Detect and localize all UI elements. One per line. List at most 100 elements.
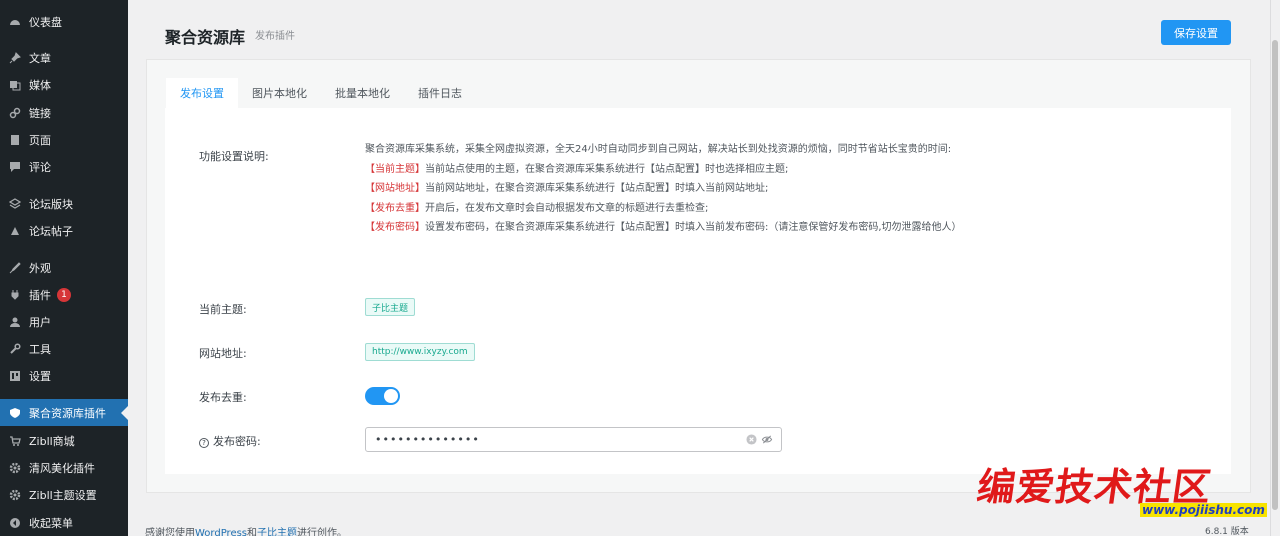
pin-icon [8, 51, 22, 65]
password-label: 发布密码: [213, 435, 261, 448]
forum-icon [8, 197, 22, 211]
dedupe-toggle[interactable] [365, 387, 400, 405]
wrench-icon [8, 342, 22, 356]
tab-publish-settings[interactable]: 发布设置 [166, 78, 238, 108]
sidebar-item-label: 插件 [29, 288, 51, 302]
sidebar-item-zibll-settings[interactable]: Zibll主题设置 [0, 481, 128, 508]
sidebar-item-dashboard[interactable]: 仪表盘 [0, 8, 128, 35]
settings-icon [8, 369, 22, 383]
zibll-theme-link[interactable]: 子比主题 [257, 528, 297, 536]
admin-footer: 感谢您使用WordPress和子比主题进行创作。 [145, 524, 347, 536]
sidebar-item-qingfeng[interactable]: 清风美化插件 [0, 454, 128, 481]
toggle-knob [384, 389, 398, 403]
tab-batch-localize[interactable]: 批量本地化 [321, 78, 404, 108]
comment-icon [8, 160, 22, 174]
publish-password-input[interactable]: •••••••••••••• [365, 427, 782, 452]
settings-tabs: 发布设置 图片本地化 批量本地化 插件日志 [166, 78, 476, 108]
password-label-row: ? 发布密码: [199, 433, 261, 449]
forum-post-icon [8, 224, 22, 238]
description-text: 开启后，在发布文章时会自动根据发布文章的标题进行去重检查; [425, 202, 709, 214]
sidebar-item-label: 工具 [29, 342, 51, 356]
description-line: 【发布密码】设置发布密码，在聚合资源库采集系统进行【站点配置】时填入当前发布密码… [365, 218, 995, 238]
footer-and: 和 [247, 528, 258, 536]
description-tag: 【发布密码】 [365, 222, 425, 233]
clear-icon[interactable] [746, 434, 757, 445]
footer-suffix: 进行创作。 [297, 528, 348, 536]
sidebar-item-label: 论坛版块 [29, 197, 73, 211]
feature-description: 聚合资源库采集系统，采集全网虚拟资源，全天24小时自动同步到自己网站，解决站长到… [365, 140, 995, 238]
eye-off-icon[interactable] [761, 434, 773, 445]
description-line: 【当前主题】当前站点使用的主题，在聚合资源库采集系统进行【站点配置】时也选择相应… [365, 160, 995, 180]
sidebar-item-tools[interactable]: 工具 [0, 335, 128, 362]
plugin-icon [8, 288, 22, 302]
user-icon [8, 315, 22, 329]
media-icon [8, 78, 22, 92]
sidebar-item-zibll-shop[interactable]: Zibll商城 [0, 427, 128, 454]
current-theme-value: 子比主题 [365, 298, 416, 316]
password-actions [746, 434, 773, 445]
sidebar-item-comments[interactable]: 评论 [0, 153, 128, 180]
help-icon[interactable]: ? [199, 438, 209, 448]
description-tag: 【网站地址】 [365, 183, 425, 194]
sidebar-item-label: 设置 [29, 369, 51, 383]
site-url-value: http://www.ixyzy.com [365, 343, 475, 361]
sidebar-item-label: Zibll商城 [29, 434, 75, 448]
description-tag: 【当前主题】 [365, 163, 425, 175]
sidebar-item-aggregate-plugin[interactable]: 聚合资源库插件 [0, 399, 128, 426]
tab-plugin-log[interactable]: 插件日志 [404, 78, 476, 108]
sidebar-item-label: 收起菜单 [29, 516, 73, 530]
sidebar-item-label: 外观 [29, 261, 51, 275]
sidebar-item-label: 用户 [29, 315, 51, 329]
cart-icon [8, 434, 22, 448]
sidebar-item-posts[interactable]: 文章 [0, 44, 128, 71]
sidebar-item-label: 清风美化插件 [29, 461, 95, 475]
sidebar-item-pages[interactable]: 页面 [0, 126, 128, 153]
wordpress-link[interactable]: WordPress [195, 528, 247, 536]
description-line: 【发布去重】开启后，在发布文章时会自动根据发布文章的标题进行去重检查; [365, 199, 995, 219]
sidebar-item-label: 论坛帖子 [29, 224, 73, 238]
sidebar-item-label: 聚合资源库插件 [29, 406, 106, 420]
site-url-label: 网站地址: [199, 347, 247, 360]
page-icon [8, 133, 22, 147]
admin-sidebar: 仪表盘 文章 媒体 链接 页面 评论 论坛版块 论坛帖子 外观 插件 1 用户 … [0, 0, 128, 536]
plugin-update-badge: 1 [57, 287, 71, 302]
dedupe-label: 发布去重: [199, 391, 247, 404]
description-text: 当前站点使用的主题，在聚合资源库采集系统进行【站点配置】时也选择相应主题; [425, 163, 789, 175]
sidebar-item-users[interactable]: 用户 [0, 308, 128, 335]
save-settings-button[interactable]: 保存设置 [1161, 20, 1231, 45]
collapse-icon [8, 516, 22, 530]
link-icon [8, 106, 22, 120]
sidebar-item-label: 媒体 [29, 78, 51, 92]
sidebar-item-forum-posts[interactable]: 论坛帖子 [0, 217, 128, 244]
description-text: 设置发布密码，在聚合资源库采集系统进行【站点配置】时填入当前发布密码:（请注意保… [425, 222, 962, 233]
password-value: •••••••••••••• [375, 433, 480, 446]
sidebar-item-label: Zibll主题设置 [29, 488, 97, 502]
sidebar-item-appearance[interactable]: 外观 [0, 254, 128, 281]
appearance-icon [8, 261, 22, 275]
description-label: 功能设置说明: [199, 150, 269, 163]
description-intro: 聚合资源库采集系统，采集全网虚拟资源，全天24小时自动同步到自己网站，解决站长到… [365, 144, 952, 155]
gear-icon [8, 461, 22, 475]
sidebar-item-forums[interactable]: 论坛版块 [0, 190, 128, 217]
sidebar-item-plugins[interactable]: 插件 1 [0, 281, 128, 308]
sidebar-item-settings[interactable]: 设置 [0, 362, 128, 389]
dashboard-icon [8, 15, 22, 29]
description-text: 当前网站地址，在聚合资源库采集系统进行【站点配置】时填入当前网站地址; [425, 183, 769, 194]
footer-prefix: 感谢您使用 [145, 528, 195, 536]
description-line: 【网站地址】当前网站地址，在聚合资源库采集系统进行【站点配置】时填入当前网站地址… [365, 179, 995, 199]
description-tag: 【发布去重】 [365, 202, 425, 214]
wp-version: 6.8.1 版本 [1205, 527, 1249, 536]
scrollbar-thumb[interactable] [1272, 40, 1278, 510]
sidebar-item-media[interactable]: 媒体 [0, 71, 128, 98]
sidebar-collapse-menu[interactable]: 收起菜单 [0, 509, 128, 536]
tab-image-localize[interactable]: 图片本地化 [238, 78, 321, 108]
page-subtitle: 发布插件 [255, 31, 295, 42]
current-theme-label: 当前主题: [199, 303, 247, 316]
sidebar-item-links[interactable]: 链接 [0, 99, 128, 126]
sidebar-item-label: 文章 [29, 51, 51, 65]
sidebar-item-label: 仪表盘 [29, 15, 62, 29]
watermark-url: www.pojiishu.com [1140, 503, 1267, 517]
sidebar-item-label: 链接 [29, 106, 51, 120]
page-title: 聚合资源库 [165, 28, 246, 47]
gear-icon [8, 488, 22, 502]
